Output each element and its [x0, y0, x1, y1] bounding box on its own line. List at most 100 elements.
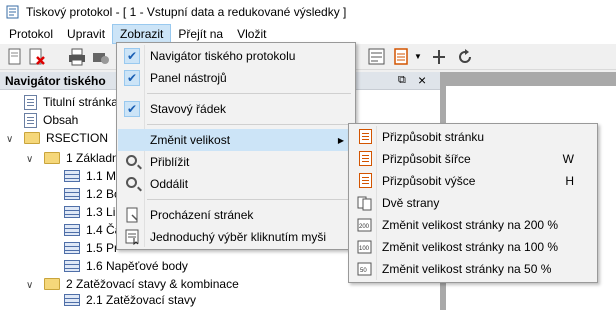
page-browse-icon	[125, 207, 141, 223]
change-size-submenu: Přizpůsobit stránku Přizpůsobit šířce W …	[348, 123, 598, 283]
delete-icon[interactable]	[28, 48, 46, 66]
menu-item-zoom-200[interactable]: 200 Změnit velikost stránky na 200 %	[350, 214, 596, 236]
menu-prejit-na[interactable]: Přejít na	[171, 24, 230, 44]
menu-item-label: Změnit velikost stránky na 200 %	[382, 218, 559, 232]
menu-vlozit[interactable]: Vložit	[230, 24, 273, 44]
menu-protokol[interactable]: Protokol	[2, 24, 60, 44]
menu-item-two-pages[interactable]: Dvě strany	[350, 192, 596, 214]
document-icon	[24, 94, 37, 110]
page-settings-icon[interactable]	[368, 48, 386, 66]
menu-zobrazit[interactable]: Zobrazit	[112, 24, 172, 44]
tree-item-rsection[interactable]: RSECTION	[24, 128, 108, 148]
menu-item-page-browse[interactable]: Procházení stránek	[118, 204, 354, 226]
menu-item-label: Přizpůsobit stránku	[382, 130, 485, 144]
new-report-icon[interactable]	[6, 48, 24, 66]
menu-item-label: Změnit velikost stránky na 100 %	[382, 240, 559, 254]
menu-item-label: Jednoduchý výběr kliknutím myši	[150, 230, 327, 244]
svg-text:50: 50	[360, 268, 367, 274]
table-icon	[64, 206, 80, 218]
table-icon	[64, 242, 80, 254]
menu-item-simple-select[interactable]: Jednoduchý výběr kliknutím myši	[118, 226, 354, 248]
menu-item-toolbar[interactable]: ✔ Panel nástrojů	[118, 67, 354, 89]
select-icon	[125, 229, 141, 246]
checkmark-icon: ✔	[124, 101, 140, 117]
title-bar: Tiskový protokol - [ 1 - Vstupní data a …	[0, 0, 616, 24]
folder-icon	[24, 132, 40, 144]
tree-item-1-1[interactable]: 1.1 Ma	[64, 166, 123, 186]
tree-item-1-3[interactable]: 1.3 Lin	[64, 202, 122, 222]
navigator-title: Navigátor tiského	[5, 74, 106, 88]
tree-item-titulni-stranka[interactable]: Titulní stránka	[24, 92, 118, 112]
table-icon	[64, 260, 80, 272]
window-title: Tiskový protokol - [ 1 - Vstupní data a …	[26, 5, 347, 19]
menu-separator	[147, 93, 351, 94]
tree-item-1-4[interactable]: 1.4 Ča	[64, 220, 121, 240]
menu-item-zoom-100[interactable]: 100 Změnit velikost stránky na 100 %	[350, 236, 596, 258]
menu-item-label: Přizpůsobit šířce	[382, 152, 471, 166]
print-icon[interactable]	[68, 48, 86, 66]
menu-item-label: Oddálit	[150, 177, 189, 191]
menu-separator	[147, 124, 351, 125]
app-icon	[6, 5, 20, 19]
checkmark-icon: ✔	[124, 70, 140, 86]
tree-item-label: RSECTION	[46, 131, 109, 145]
fit-page-tool-icon[interactable]	[393, 48, 411, 66]
tree-item-label: 2 Zatěžovací stavy & kombinace	[66, 277, 239, 291]
tree-item-label: 1.5 Pr	[86, 241, 119, 255]
menu-item-label: Přizpůsobit výšce	[382, 174, 476, 188]
menu-item-fit-page[interactable]: Přizpůsobit stránku	[350, 126, 596, 148]
tree-item-1-2[interactable]: 1.2 Bo	[64, 184, 121, 204]
checkmark-icon: ✔	[124, 48, 140, 64]
tree-item-label: Obsah	[43, 113, 79, 127]
table-icon	[64, 294, 80, 306]
tree-item-label: 2.1 Zatěžovací stavy	[86, 293, 197, 307]
chevron-down-icon[interactable]: ∨	[26, 154, 33, 165]
menu-item-change-size[interactable]: Změnit velikost ▶	[118, 129, 354, 151]
two-pages-icon	[357, 195, 373, 211]
menu-upravit[interactable]: Upravit	[60, 24, 112, 44]
chevron-down-icon[interactable]: ∨	[26, 280, 33, 291]
menu-item-fit-height[interactable]: Přizpůsobit výšce H	[350, 170, 596, 192]
tree-item-2-1[interactable]: 2.1 Zatěžovací stavy	[64, 290, 196, 310]
tree-item-obsah[interactable]: Obsah	[24, 110, 78, 130]
chevron-down-icon[interactable]: ∨	[6, 134, 13, 145]
menu-item-zoom-50[interactable]: 50 Změnit velikost stránky na 50 %	[350, 258, 596, 280]
refresh-icon[interactable]	[456, 48, 474, 66]
submenu-arrow-icon: ▶	[337, 135, 344, 145]
tree-item-label: 1.6 Napěťové body	[86, 259, 188, 273]
close-icon[interactable]: ×	[418, 72, 426, 88]
menu-item-label: Přiblížit	[150, 155, 190, 169]
zoom-100-icon: 100	[357, 239, 373, 255]
shortcut-label: W	[562, 152, 574, 166]
folder-icon	[44, 278, 60, 290]
tree-item-1-5[interactable]: 1.5 Pr	[64, 238, 118, 258]
menu-item-label: Panel nástrojů	[150, 71, 227, 85]
zoom-50-icon: 50	[357, 261, 373, 277]
fit-height-icon	[357, 173, 373, 189]
menu-item-label: Změnit velikost stránky na 50 %	[382, 262, 552, 276]
svg-text:200: 200	[359, 224, 370, 230]
tree-item-label: 1 Základní	[66, 151, 123, 165]
menu-item-label: Navigátor tiského protokolu	[150, 49, 296, 63]
menu-item-fit-width[interactable]: Přizpůsobit šířce W	[350, 148, 596, 170]
zoom-200-icon: 200	[357, 217, 373, 233]
tree-item-zakladni[interactable]: 1 Základní	[44, 148, 122, 168]
menu-bar: Protokol Upravit Zobrazit Přejít na Vlož…	[0, 24, 616, 44]
menu-item-zoom-out[interactable]: Oddálit	[118, 173, 354, 195]
table-icon	[64, 170, 80, 182]
svg-text:100: 100	[359, 246, 370, 252]
tree-item-1-6[interactable]: 1.6 Napěťové body	[64, 256, 188, 276]
pin-tool-icon[interactable]	[430, 48, 448, 66]
zoom-in-icon	[125, 154, 141, 170]
menu-item-statusbar[interactable]: ✔ Stavový řádek	[118, 98, 354, 120]
menu-item-navigator[interactable]: ✔ Navigátor tiského protokolu	[118, 45, 354, 67]
menu-item-zoom-in[interactable]: Přiblížit	[118, 151, 354, 173]
dock-icon[interactable]: ⧉	[398, 74, 406, 87]
tree-item-label: Titulní stránka	[43, 95, 118, 109]
document-icon	[24, 112, 37, 128]
print-setup-icon[interactable]	[92, 48, 110, 66]
zoom-out-icon	[125, 176, 141, 192]
menu-item-label: Stavový řádek	[150, 102, 227, 116]
folder-icon	[44, 152, 60, 164]
table-icon	[64, 188, 80, 200]
